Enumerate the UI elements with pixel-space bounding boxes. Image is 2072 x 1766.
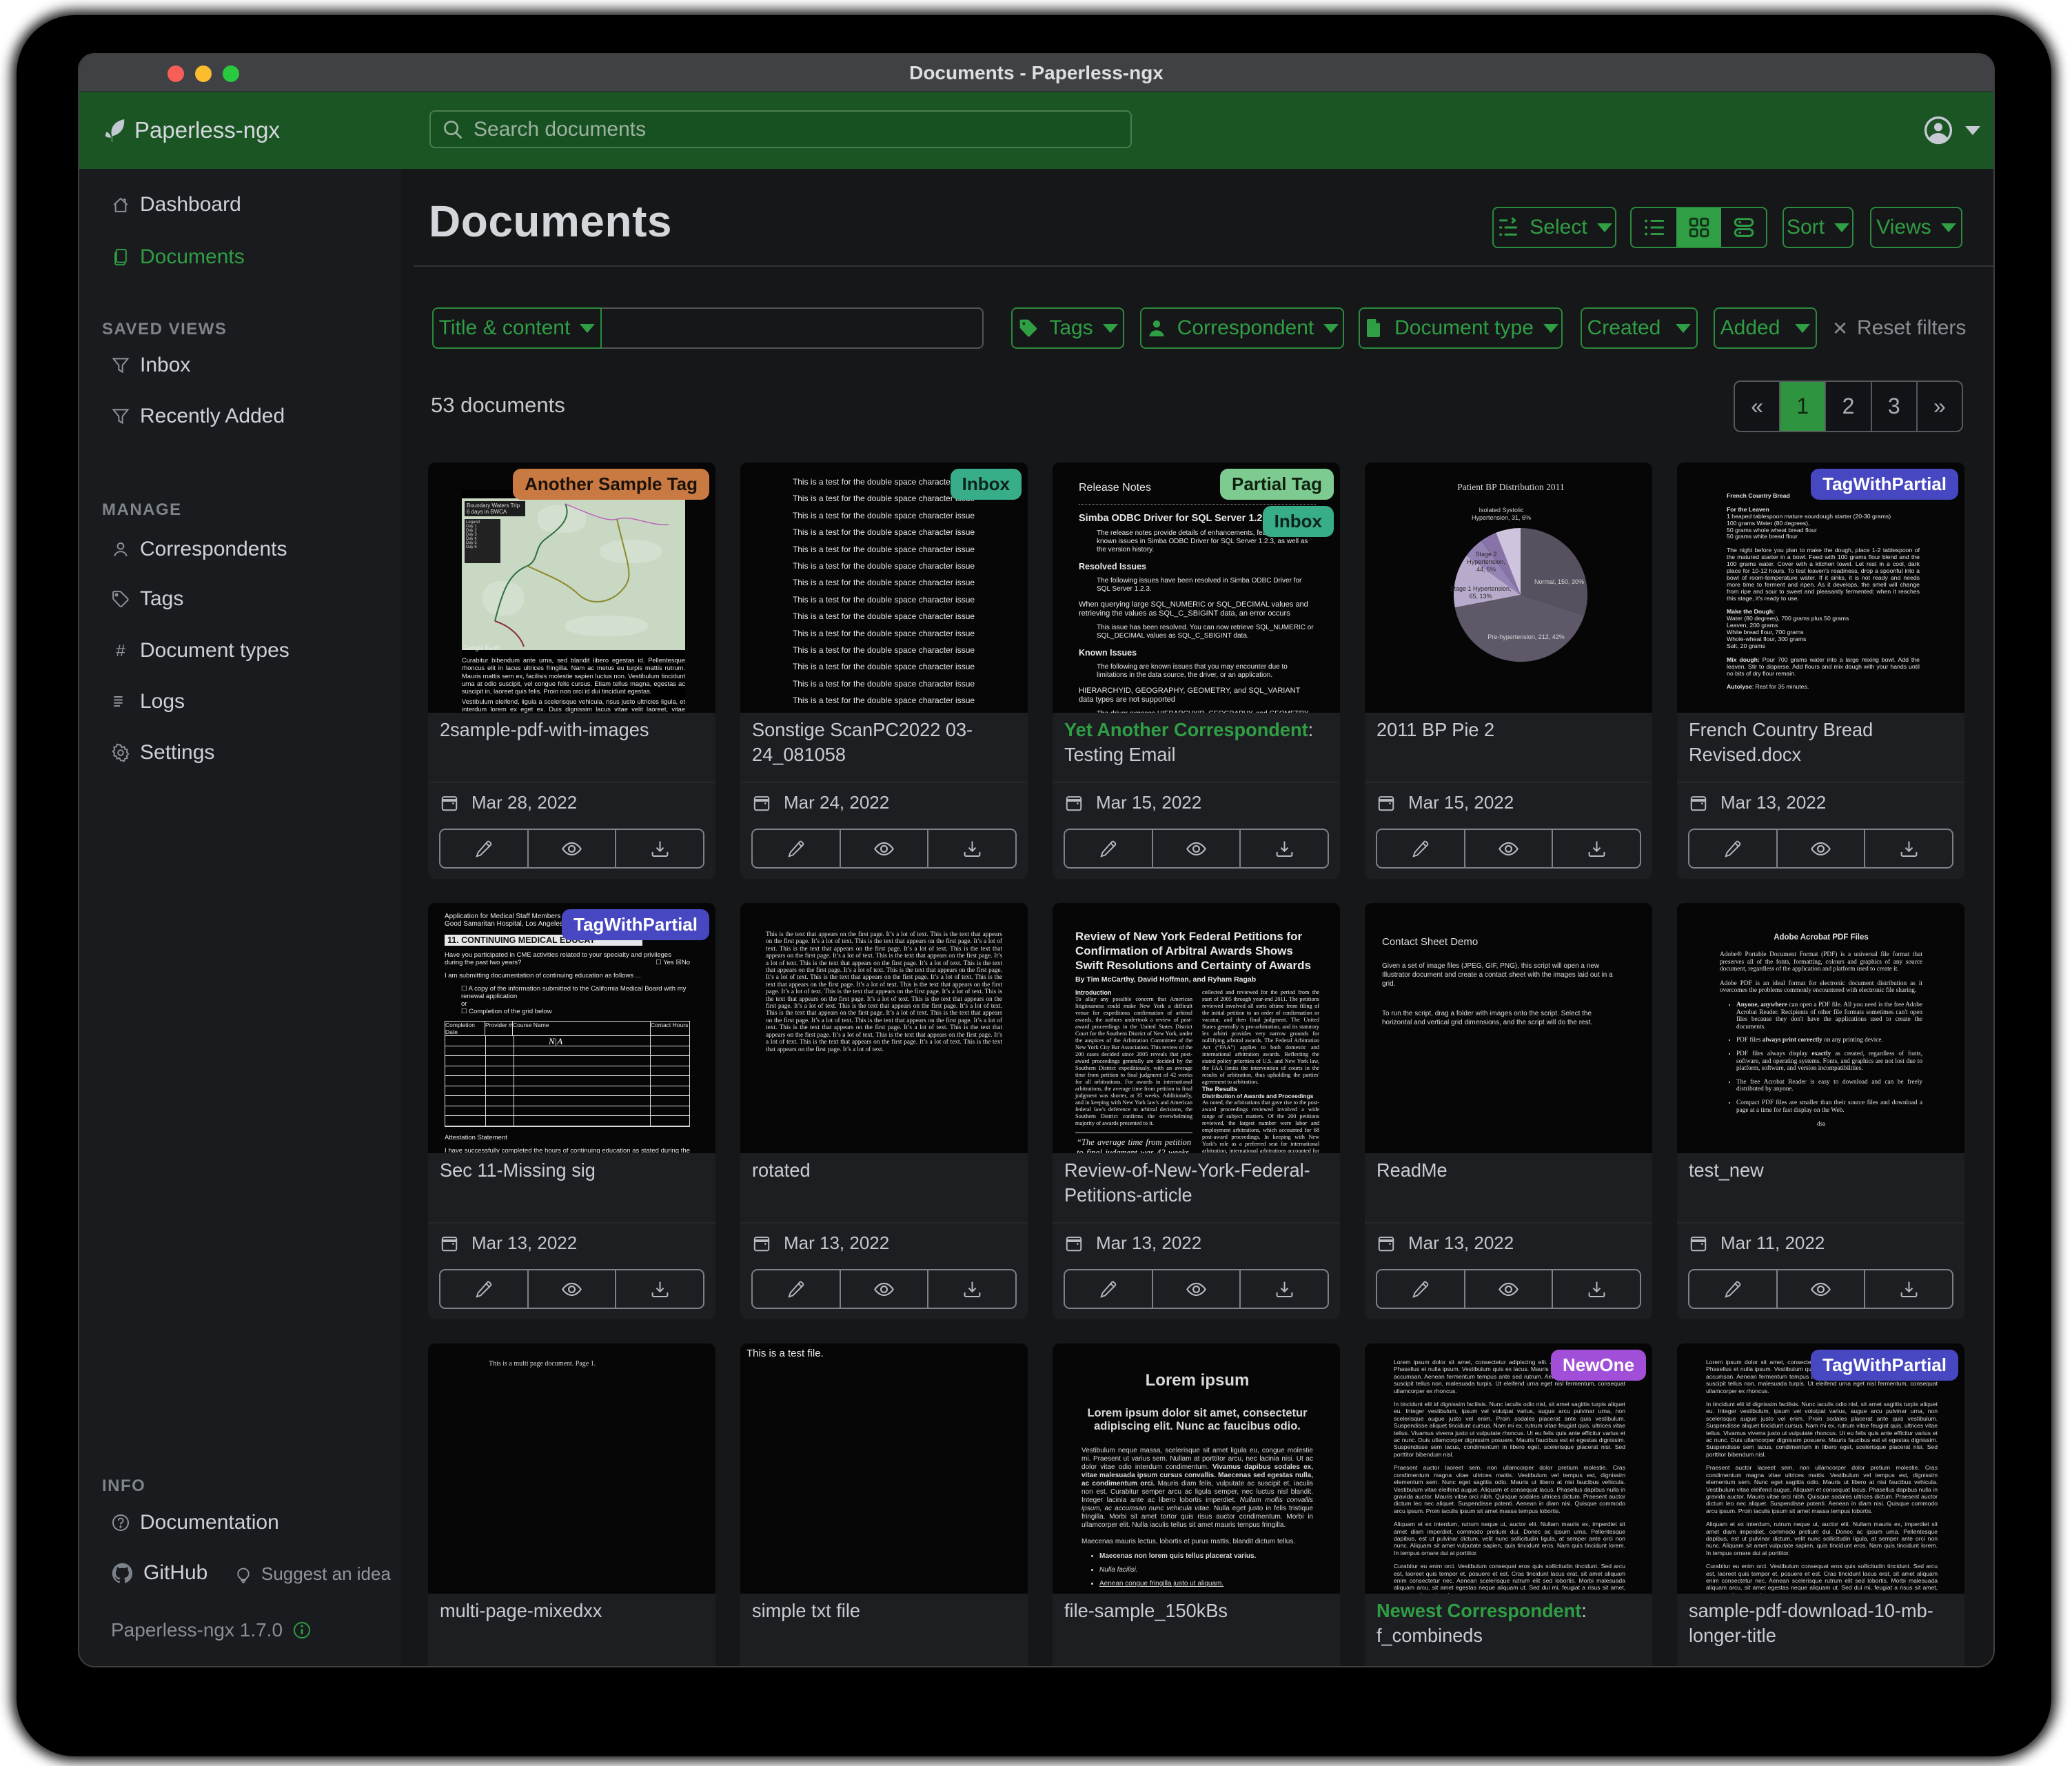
svg-text:Stage 1 Hypertension,: Stage 1 Hypertension, [1450,585,1511,592]
svg-text:Normal, 150, 30%: Normal, 150, 30% [1534,578,1584,585]
svg-text:Isolated Systolic: Isolated Systolic [1479,507,1524,514]
svg-text:Stage 2: Stage 2 [1475,551,1496,558]
svg-text:Hypertension, 31, 6%: Hypertension, 31, 6% [1472,514,1531,521]
svg-text:Hypertension,: Hypertension, [1467,558,1505,565]
svg-text:Patient BP Distribution 2011: Patient BP Distribution 2011 [1457,482,1564,492]
svg-text:Pre-hypertension, 212, 42%: Pre-hypertension, 212, 42% [1487,633,1565,640]
svg-text:#: # [116,642,125,660]
svg-text:65, 13%: 65, 13% [1469,593,1492,600]
svg-text:44, 5%: 44, 5% [1476,566,1496,573]
